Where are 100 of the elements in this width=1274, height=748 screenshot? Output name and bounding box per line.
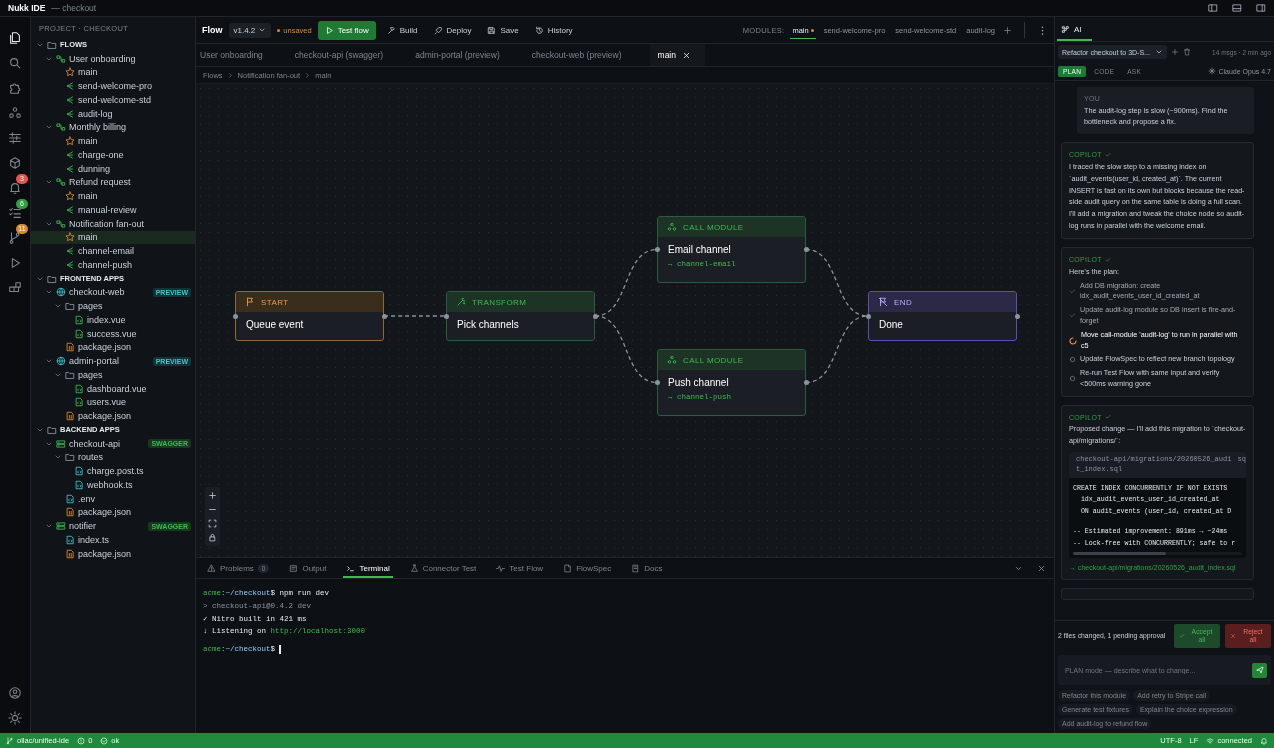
search-icon[interactable] [8, 56, 22, 70]
notifications-icon[interactable] [1260, 736, 1268, 745]
node-title: Push channel [667, 376, 730, 388]
panel-tab[interactable]: Terminal [343, 558, 393, 578]
puzzle-icon[interactable] [8, 81, 22, 95]
port-handle[interactable] [443, 313, 449, 319]
cube-icon[interactable] [8, 156, 22, 170]
lock-icon[interactable] [208, 533, 217, 542]
tree-item[interactable]: .env [31, 491, 195, 506]
tree-item[interactable]: webhook.ts [31, 478, 195, 492]
tree-item[interactable]: index.vue [31, 313, 195, 327]
tree-item[interactable]: Refund request [31, 175, 195, 190]
pulse-icon [496, 563, 506, 573]
zoom-in-icon[interactable] [208, 491, 217, 500]
flow-node[interactable]: END Done [868, 291, 1017, 341]
tree-item[interactable]: charge.post.ts [31, 464, 195, 478]
tree-label: pages [78, 301, 104, 312]
flow-node[interactable]: START Queue event [235, 291, 384, 341]
add-icon[interactable] [1170, 48, 1179, 56]
nodes-icon[interactable] [8, 106, 22, 120]
tree-item[interactable]: channel-push [31, 258, 195, 272]
tree-item[interactable]: dashboard.vue [31, 381, 195, 396]
tree-item[interactable]: Notification fan-out [31, 216, 195, 231]
tree-item[interactable]: users.vue [31, 395, 195, 410]
tree-item[interactable]: dunning [31, 161, 195, 176]
port-handle[interactable] [803, 247, 809, 252]
editor-tab[interactable]: main [649, 44, 705, 66]
panel-tab[interactable]: FlowSpec [560, 558, 615, 578]
editor-tab[interactable]: User onboarding [196, 44, 277, 66]
file-icon [65, 411, 75, 422]
port-handle[interactable] [654, 247, 660, 252]
file-icon [74, 328, 84, 339]
port-handle[interactable] [381, 313, 387, 319]
toolbar-button[interactable]: Build [381, 21, 423, 39]
tree-item[interactable]: main [31, 230, 195, 245]
tree-item[interactable]: success.vue [31, 326, 195, 341]
version-select[interactable]: v1.4.2 [228, 22, 272, 38]
files-icon[interactable] [8, 31, 22, 45]
editor-tab[interactable]: checkout-api (swagger) [290, 44, 398, 66]
checklist-icon[interactable] [8, 206, 22, 220]
tree-item[interactable]: package.json [31, 546, 195, 561]
panel-tab[interactable]: Output [286, 558, 330, 578]
tree-item[interactable]: pages [31, 299, 195, 313]
settings-icon[interactable] [8, 711, 22, 725]
port-handle[interactable] [865, 313, 871, 319]
tree-item[interactable]: channel-email [31, 244, 195, 258]
add-icon[interactable] [1003, 25, 1012, 35]
flow-node[interactable]: TRANSFORM Pick channels [446, 291, 595, 341]
editor-tab[interactable]: checkout-web (preview) [527, 44, 636, 66]
error-icon [77, 736, 86, 745]
ok-icon [100, 736, 109, 745]
editor-tab[interactable]: admin-portal (preview) [411, 44, 514, 66]
sliders-icon[interactable] [8, 131, 22, 145]
tree-item[interactable]: charge-one [31, 148, 195, 162]
wifi-icon [1206, 736, 1215, 745]
tree-item[interactable]: Monthly billing [31, 120, 195, 135]
tree-item[interactable]: index.ts [31, 533, 195, 547]
tree-item[interactable]: manual-review [31, 203, 195, 217]
port-handle[interactable] [592, 313, 598, 319]
extensions-icon[interactable] [8, 281, 22, 295]
tree-item[interactable]: audit-log [31, 106, 195, 121]
notifications-icon[interactable] [8, 181, 22, 195]
toolbar-button[interactable]: History [529, 21, 578, 39]
tree-item[interactable]: routes [31, 450, 195, 465]
delete-icon[interactable] [1182, 48, 1191, 56]
panel-toggle-icon[interactable] [1232, 3, 1242, 13]
tree-item[interactable]: send-welcome-pro [31, 79, 195, 93]
branch-icon [65, 246, 75, 257]
toolbar-button[interactable]: Deploy [428, 21, 477, 39]
node-title: Pick channels [456, 318, 520, 330]
tree-item[interactable]: package.json [31, 340, 195, 355]
account-icon[interactable] [8, 686, 22, 700]
node-title: Email channel [667, 243, 732, 255]
panel-tab[interactable]: Connector Test [406, 558, 480, 578]
book-icon [631, 563, 641, 573]
tree-item[interactable]: main [31, 65, 195, 80]
tree-item[interactable]: package.json [31, 505, 195, 520]
panel-tab[interactable]: Test Flow [493, 558, 547, 578]
toolbar-button[interactable]: Save [482, 21, 524, 39]
node-title: Done [878, 318, 904, 330]
tree-label: notifier [69, 521, 97, 532]
send-button[interactable] [1252, 662, 1267, 678]
secondary-sidebar-toggle-icon[interactable] [1256, 3, 1266, 13]
tree-item[interactable]: pages [31, 368, 195, 382]
tree-item[interactable]: main [31, 189, 195, 203]
port-handle[interactable] [803, 380, 809, 385]
port-handle[interactable] [654, 380, 660, 385]
close-icon[interactable] [682, 50, 691, 60]
run-button[interactable]: Test flow [317, 20, 376, 40]
tree-item[interactable]: User onboarding [31, 51, 195, 66]
panel-tab[interactable]: Docs [628, 558, 666, 578]
tree-item[interactable]: main [31, 134, 195, 148]
branch-icon[interactable] [8, 231, 22, 245]
sidebar-toggle-icon[interactable] [1208, 3, 1218, 13]
ai-tab[interactable]: AI [1057, 17, 1092, 41]
port-handle[interactable] [1014, 313, 1020, 319]
fit-view-icon[interactable] [208, 519, 217, 528]
tree-item[interactable]: package.json [31, 409, 195, 423]
tree-item[interactable]: send-welcome-std [31, 93, 195, 107]
port-handle[interactable] [232, 313, 238, 319]
